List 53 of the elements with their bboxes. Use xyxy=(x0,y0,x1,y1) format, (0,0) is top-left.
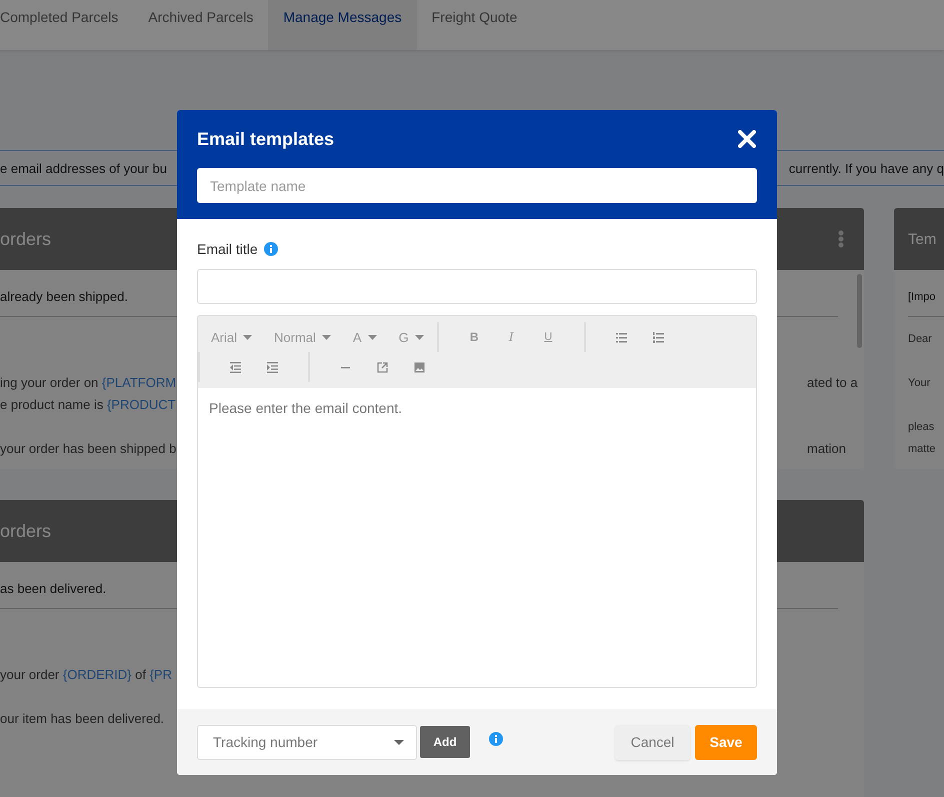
caret-icon xyxy=(243,334,252,340)
notice-text: e email addresses of your bu xyxy=(0,160,167,176)
card-title: Tem xyxy=(908,230,936,248)
message-text: our item has been delivered. xyxy=(0,710,164,728)
tab[interactable]: Completed Parcels xyxy=(0,0,134,50)
email-subject: [Impo xyxy=(908,286,944,317)
italic-button[interactable]: I xyxy=(492,330,530,344)
email-content-field[interactable]: Please enter the email content. xyxy=(197,388,757,688)
outdent-icon[interactable] xyxy=(230,362,241,372)
save-button[interactable]: Save xyxy=(695,724,757,760)
card-title: orders xyxy=(0,520,52,542)
scrollbar-thumb[interactable] xyxy=(857,274,862,348)
message-text: mation xyxy=(807,440,848,458)
caret-icon xyxy=(394,740,404,744)
underline-button[interactable]: U xyxy=(530,331,567,343)
message-text: pleas xyxy=(908,420,934,435)
image-icon[interactable] xyxy=(414,362,425,372)
field-label: Email title xyxy=(197,241,258,257)
message-text: ing your order on {PLATFORM xyxy=(0,374,176,392)
bold-button[interactable]: B xyxy=(456,330,493,344)
info-icon[interactable] xyxy=(489,732,503,746)
close-icon[interactable] xyxy=(738,130,756,148)
more-icon[interactable] xyxy=(838,230,844,248)
message-text: ated to a xyxy=(807,374,859,392)
format-dropdown[interactable]: Arial xyxy=(211,330,252,344)
message-text: Your xyxy=(908,376,930,391)
format-dropdown[interactable]: A xyxy=(352,330,377,344)
format-dropdown[interactable]: Normal xyxy=(274,330,331,344)
indent-icon[interactable] xyxy=(267,362,278,372)
caret-icon xyxy=(368,334,377,340)
cancel-button[interactable]: Cancel xyxy=(615,724,690,760)
tab[interactable]: Manage Messages xyxy=(268,0,417,50)
message-text: matte xyxy=(908,442,936,457)
dialog-title: Email templates xyxy=(197,128,334,150)
caret-icon xyxy=(322,334,331,340)
input-field[interactable]: Template name xyxy=(197,168,757,203)
add-button[interactable]: Add xyxy=(420,726,470,758)
bullet-list-icon[interactable] xyxy=(616,332,627,342)
caret-icon xyxy=(414,334,424,340)
tab[interactable]: Freight Quote xyxy=(416,0,532,50)
notice-text: currently. If you have any q xyxy=(788,160,944,176)
input-field[interactable] xyxy=(197,269,757,304)
tab[interactable]: Archived Parcels xyxy=(133,0,268,50)
message-text: your order has been shipped b xyxy=(0,440,176,458)
info-icon[interactable] xyxy=(264,242,278,256)
card-title: orders xyxy=(0,228,52,250)
numbered-list-icon[interactable] xyxy=(652,332,664,342)
tracking-number-dropdown[interactable]: Tracking number xyxy=(197,724,417,760)
format-dropdown[interactable]: G xyxy=(398,330,424,344)
message-text: Dear xyxy=(908,332,932,347)
message-text: e product name is {PRODUCT xyxy=(0,396,176,414)
message-text: your order {ORDERID} of {PR xyxy=(0,666,172,684)
link-icon[interactable] xyxy=(377,362,388,372)
